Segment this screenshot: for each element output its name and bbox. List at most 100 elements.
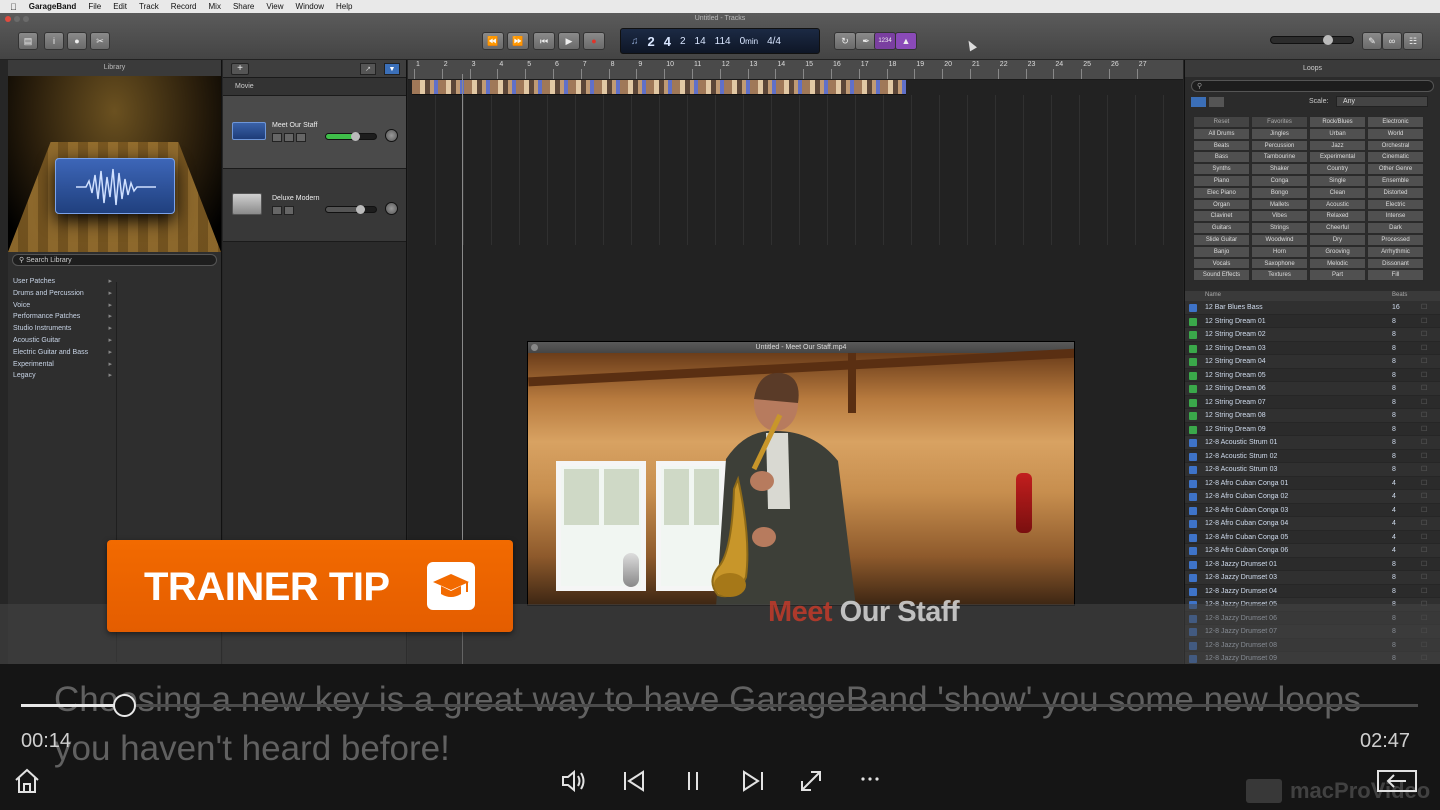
keyword-button[interactable]: Fill [1367,269,1424,282]
keyword-button[interactable]: Other Genre [1367,163,1424,175]
library-item[interactable]: Acoustic Guitar ▸ [8,335,114,347]
library-item[interactable]: Drums and Percussion ▸ [8,288,114,300]
menu-edit[interactable]: Edit [113,2,127,11]
favorite-checkbox[interactable]: ☐ [1421,463,1427,476]
keyword-button[interactable]: Tambourine [1251,151,1308,164]
menu-record[interactable]: Record [171,2,197,11]
loop-row[interactable]: 12 String Dream 02 8 ☐ [1185,328,1440,342]
keyword-button[interactable]: Vibes [1251,210,1308,223]
loop-row[interactable]: 12 String Dream 03 8 ☐ [1185,342,1440,355]
keyword-button[interactable]: World [1367,127,1424,140]
menu-track[interactable]: Track [139,2,159,11]
keyword-button[interactable]: Mallets [1251,198,1308,211]
favorite-checkbox[interactable]: ☐ [1421,531,1427,544]
favorite-checkbox[interactable]: ☐ [1421,409,1427,422]
keyword-button[interactable]: Part [1309,269,1366,282]
go-to-beginning-button[interactable]: ⏮ [533,32,555,50]
loop-search-input[interactable]: ⚲ [1191,80,1434,92]
favorite-checkbox[interactable]: ☐ [1421,355,1427,368]
loop-row[interactable]: 12 String Dream 04 8 ☐ [1185,355,1440,369]
keyword-button[interactable]: Intense [1367,210,1424,223]
menu-view[interactable]: View [266,2,283,11]
loop-row[interactable]: 12 String Dream 09 8 ☐ [1185,423,1440,436]
cycle-button[interactable]: ↻ [834,32,856,50]
keyword-button[interactable]: Horn [1251,245,1308,258]
keyword-button[interactable]: Saxophone [1251,257,1308,270]
loop-row[interactable]: 12-8 Afro Cuban Conga 02 4 ☐ [1185,490,1440,504]
keyword-button[interactable]: Dark [1367,222,1424,234]
keyword-button[interactable]: Jingles [1251,127,1308,140]
keyword-button[interactable]: Grooving [1309,245,1366,258]
keyword-button[interactable]: Piano [1193,174,1250,187]
keyword-button[interactable]: Woodwind [1251,233,1308,246]
apple-icon[interactable]:  [10,2,17,12]
loop-row[interactable]: 12-8 Afro Cuban Conga 03 4 ☐ [1185,504,1440,517]
keyword-button[interactable]: Melodic [1309,257,1366,270]
favorite-checkbox[interactable]: ☐ [1421,585,1427,598]
favorite-checkbox[interactable]: ☐ [1421,396,1427,409]
favorite-checkbox[interactable]: ☐ [1421,436,1427,449]
keyword-button[interactable]: Clean [1309,186,1366,199]
keyword-button[interactable]: Guitars [1193,222,1250,234]
add-track-button[interactable]: + [231,63,249,75]
play-button[interactable]: ▶ [558,32,580,50]
keyword-button[interactable]: Electronic [1367,116,1424,128]
flex-button[interactable]: ▼ [384,63,400,75]
keyword-button[interactable]: Ensemble [1367,174,1424,187]
track-volume-slider[interactable] [325,132,377,141]
keyword-button[interactable]: Shaker [1251,163,1308,175]
menu-app-name[interactable]: GarageBand [29,2,77,11]
loop-row[interactable]: 12 String Dream 01 8 ☐ [1185,315,1440,328]
volume-button[interactable] [560,766,590,796]
library-item[interactable]: Voice ▸ [8,300,114,312]
catch-playhead-button[interactable]: ↗ [360,63,376,75]
keyword-button[interactable]: Elec Piano [1193,186,1250,199]
keyword-button[interactable]: Synths [1193,163,1250,175]
keyword-button[interactable]: Sound Effects [1193,269,1250,282]
rewind-button[interactable]: ⏪ [482,32,504,50]
track-lanes[interactable] [408,95,1183,245]
loop-browser-button[interactable]: ∞ [1382,32,1402,50]
lcd-display[interactable]: ♫ 2 4 2 14 114 0min 4/4 [620,28,820,54]
favorite-checkbox[interactable]: ☐ [1421,504,1427,517]
keyword-button[interactable]: Strings [1251,222,1308,234]
keyword-button[interactable]: Dissonant [1367,257,1424,270]
keyword-button[interactable]: Cheerful [1309,222,1366,234]
fullscreen-button[interactable] [796,766,826,796]
mute-button[interactable] [272,206,282,215]
keyword-button[interactable]: Textures [1251,269,1308,282]
favorite-checkbox[interactable]: ☐ [1421,544,1427,557]
record-button[interactable]: ● [583,32,605,50]
keyword-button[interactable]: Slide Guitar [1193,233,1250,246]
loop-row[interactable]: 12 String Dream 05 8 ☐ [1185,369,1440,382]
media-browser-button[interactable]: ☷ [1403,32,1423,50]
keyword-button[interactable]: Conga [1251,174,1308,187]
keyword-button[interactable]: Relaxed [1309,210,1366,223]
editors-button[interactable]: ✂ [90,32,110,50]
favorite-checkbox[interactable]: ☐ [1421,571,1427,584]
quick-help-button[interactable]: i [44,32,64,50]
keyword-button[interactable]: Orchestral [1367,139,1424,152]
favorite-checkbox[interactable]: ☐ [1421,450,1427,463]
menu-window[interactable]: Window [296,2,324,11]
menu-help[interactable]: Help [336,2,352,11]
keyword-button[interactable]: Single [1309,174,1366,187]
master-volume-knob[interactable] [1323,35,1333,45]
previous-button[interactable] [619,766,649,796]
favorite-checkbox[interactable]: ☐ [1421,423,1427,436]
favorite-checkbox[interactable]: ☐ [1421,328,1427,341]
favorite-checkbox[interactable]: ☐ [1421,490,1427,503]
master-volume-slider[interactable] [1270,35,1354,45]
name-column-header[interactable]: Name [1205,292,1221,298]
track-pan-knob[interactable] [385,202,398,215]
loop-row[interactable]: 12-8 Afro Cuban Conga 04 4 ☐ [1185,517,1440,531]
loop-row[interactable]: 12 Bar Blues Bass 16 ☐ [1185,301,1440,315]
favorite-checkbox[interactable]: ☐ [1421,342,1427,355]
loop-row[interactable]: 12-8 Afro Cuban Conga 01 4 ☐ [1185,477,1440,490]
keyword-button[interactable]: Urban [1309,127,1366,140]
keyword-button[interactable]: Favorites [1251,116,1308,128]
keyword-button[interactable]: Distorted [1367,186,1424,199]
more-options-button[interactable] [855,766,885,796]
exit-player-button[interactable] [1376,766,1418,796]
track-volume-knob[interactable] [355,205,365,214]
